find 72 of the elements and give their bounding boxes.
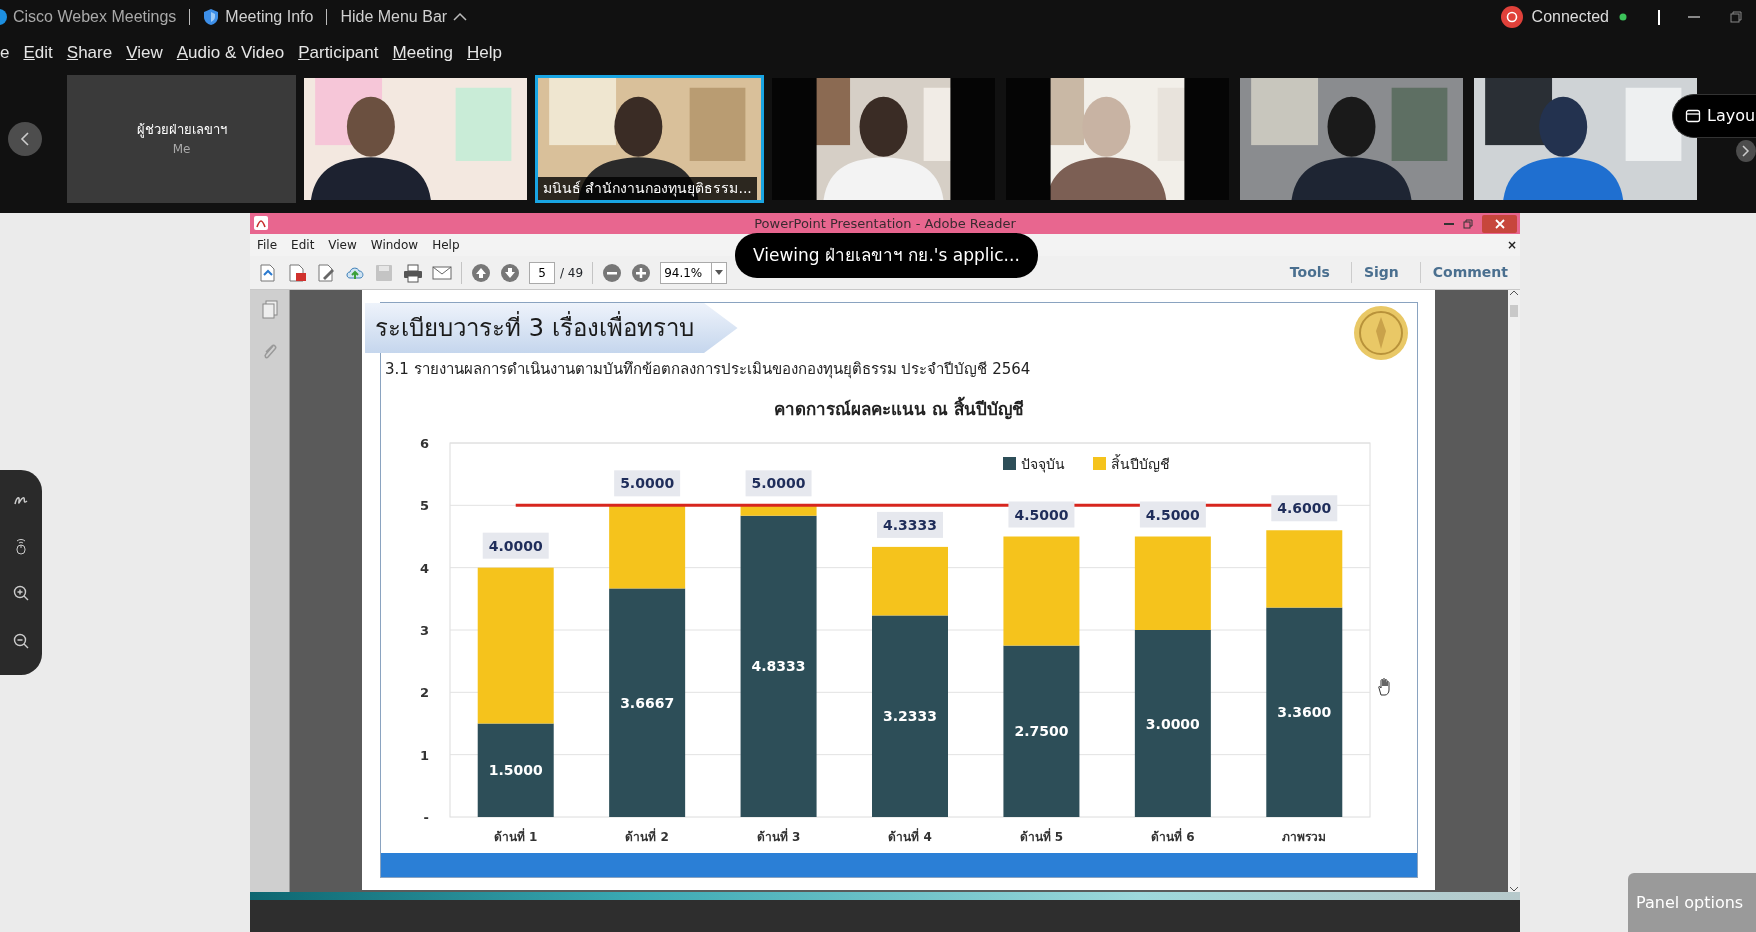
layout-button[interactable]: Layou — [1672, 94, 1756, 138]
total-label: 4.5000 — [1139, 501, 1206, 528]
legend-label: สิ้นปีบัญชี — [1111, 456, 1170, 472]
axis-label: 4 — [419, 560, 429, 576]
menu-item[interactable]: Window — [370, 236, 419, 254]
menu-item[interactable]: Meeting — [392, 40, 453, 66]
annotation: 4.5000 — [1145, 506, 1201, 523]
axis-label: 1 — [419, 747, 429, 763]
app-title: Cisco Webex Meetings — [13, 7, 177, 27]
axis-label: 2 — [419, 685, 429, 701]
menu-item[interactable]: View — [126, 40, 163, 66]
annotation: 4.0000 — [488, 537, 543, 554]
self-video-tile[interactable]: ผู้ช่วยฝ่ายเลขาฯ Me — [67, 75, 296, 203]
data-label: 3.6667 — [620, 694, 675, 711]
data-label: 3.3600 — [1277, 704, 1332, 721]
menu-item[interactable]: Edit — [23, 40, 53, 66]
data-label: 2.7500 — [1014, 723, 1069, 740]
axis-label: ด้านที่ 1 — [493, 830, 538, 844]
menu-item[interactable]: Help — [432, 236, 460, 254]
axis-label: ด้านที่ 6 — [1151, 830, 1195, 844]
annotation: 4.6000 — [1277, 500, 1332, 517]
toolbar-link[interactable]: Comment — [1419, 262, 1520, 283]
total-label: 4.3333 — [877, 511, 943, 538]
axis-label: - — [423, 810, 429, 825]
annotation: 5.0000 — [620, 475, 675, 492]
slide-subtitle: 3.1 รายงานผลการดำเนินงานตามบันทึกข้อตกลงการประเมินของกองทุนยุติธรรม ประจำปีบัญชี 2564 — [384, 359, 1032, 381]
viewing-tooltip: Viewing ฝ่ายเลขาฯ กย.'s applic... — [735, 233, 1038, 278]
connection-status: Connected — [1531, 7, 1609, 27]
data-label: 3.2333 — [883, 708, 937, 725]
total-label: 5.0000 — [745, 470, 812, 497]
annotation: 5.0000 — [751, 475, 806, 492]
data-label: 3.0000 — [1145, 715, 1200, 732]
axis-label: ด้านที่ 2 — [625, 830, 669, 844]
total-label: 5.0000 — [614, 470, 681, 497]
zoom-field[interactable]: 94.1% — [660, 261, 713, 284]
axis-label: ด้านที่ 3 — [756, 830, 801, 844]
data-label: 4.8333 — [751, 658, 806, 675]
chart-title: คาดการณ์ผลคะแนน ณ สิ้นปีบัญชี — [381, 397, 1417, 427]
close-document-button[interactable]: × — [1506, 236, 1520, 254]
window-title: PowerPoint Presentation - Adobe Reader — [754, 214, 1016, 233]
axis-label: ด้านที่ 4 — [888, 830, 932, 844]
menu-item[interactable]: Participant — [298, 40, 379, 66]
legend-label: ปัจจุบัน — [1021, 456, 1065, 472]
slide-title: ระเบียบวาระที่ 3 เรื่องเพื่อทราบ — [365, 303, 738, 353]
toolbar-link[interactable]: Sign — [1350, 262, 1411, 283]
annotation: 4.5000 — [1014, 506, 1069, 523]
menu-item[interactable]: Help — [467, 40, 502, 66]
annotation: 4.3333 — [882, 516, 938, 533]
axis-label: 3 — [419, 623, 429, 638]
axis-label: 6 — [419, 436, 429, 451]
axis-label: 5 — [419, 498, 429, 514]
toolbar-link[interactable]: Tools — [1277, 262, 1342, 283]
axis-label: ด้านที่ 5 — [1019, 830, 1064, 844]
menu-item[interactable]: Audio & Video — [176, 40, 285, 66]
data-label: 1.5000 — [488, 762, 543, 779]
participant-name: มนินธ์ สำนักงานกองทุนยุติธรรม... — [538, 177, 757, 200]
meeting-info-button[interactable]: Meeting Info — [203, 5, 314, 29]
page-count: / 49 — [560, 264, 584, 282]
menu-item[interactable]: Edit — [291, 236, 315, 254]
menu-item[interactable]: View — [328, 236, 357, 254]
menu-item[interactable]: File — [257, 236, 278, 254]
participant-name: ผู้ช่วยฝ่ายเลขาฯ — [136, 121, 227, 140]
video-tile[interactable]: มนินธ์ สำนักงานกองทุนยุติธรรม... — [535, 75, 764, 203]
total-label: 4.6000 — [1271, 495, 1338, 522]
axis-label: ภาพรวม — [1282, 830, 1327, 844]
hide-menu-bar-button[interactable]: Hide Menu Bar — [340, 5, 468, 29]
total-label: 4.0000 — [482, 532, 549, 559]
total-label: 4.5000 — [1008, 501, 1075, 528]
page-number-field[interactable]: 5 — [529, 261, 555, 284]
menu-item[interactable]: e — [0, 40, 10, 66]
participant-subtitle: Me — [172, 140, 191, 158]
menu-item[interactable]: Share — [66, 40, 113, 66]
